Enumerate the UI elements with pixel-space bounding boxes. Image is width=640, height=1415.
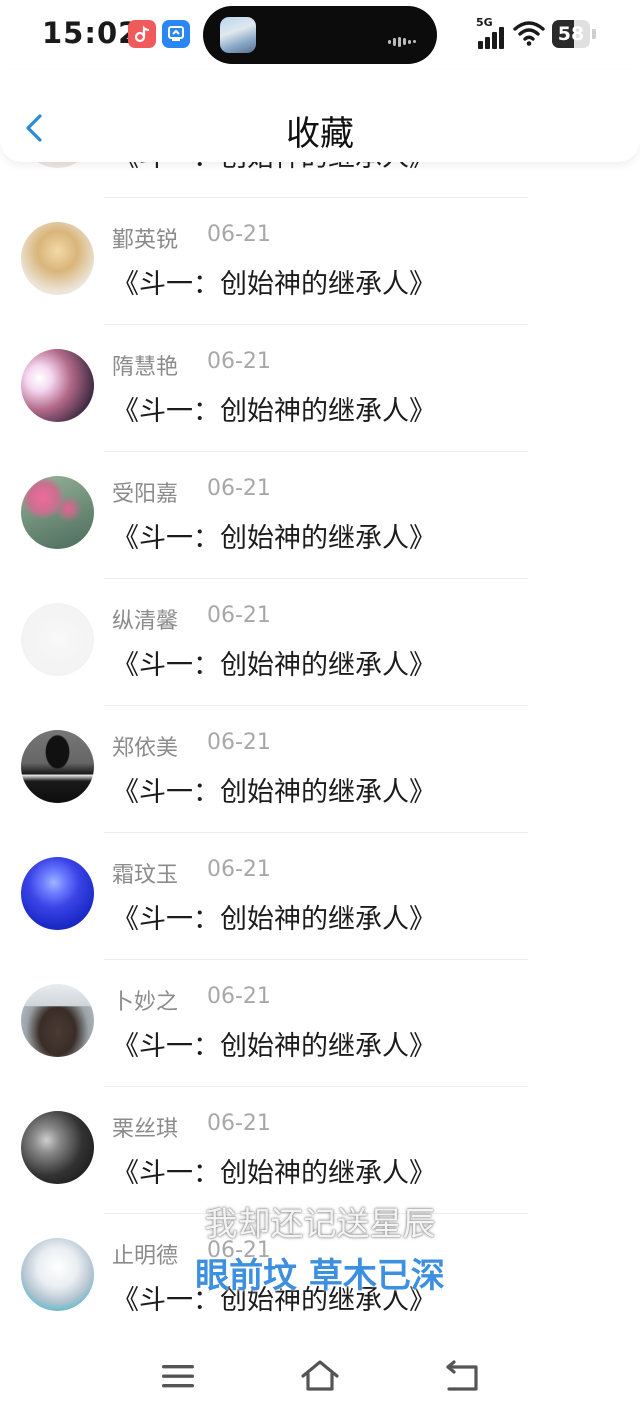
avatar[interactable] <box>21 476 94 549</box>
avatar[interactable] <box>21 1238 94 1311</box>
home-icon[interactable] <box>298 1356 342 1396</box>
page-title: 收藏 <box>286 114 354 154</box>
item-title: 《斗一：创始神的继承人》 <box>112 904 436 935</box>
item-title: 《斗一：创始神的继承人》 <box>112 777 436 808</box>
battery-cap <box>592 29 596 39</box>
avatar[interactable] <box>21 349 94 422</box>
username: 止明德 <box>112 1244 179 1269</box>
username: 栗丝琪 <box>112 1117 179 1142</box>
dynamic-island[interactable] <box>203 6 437 64</box>
username: 卜妙之 <box>112 990 179 1015</box>
username: 霜玟玉 <box>112 863 179 888</box>
item-title: 《斗一：创始神的继承人》 <box>112 523 436 554</box>
date: 06-21 <box>207 222 271 247</box>
date: 06-21 <box>207 730 271 755</box>
avatar[interactable] <box>21 984 94 1057</box>
list-item[interactable]: 鄞英锐 06-21 《斗一：创始神的继承人》 <box>0 198 640 325</box>
username: 纵清馨 <box>112 609 179 634</box>
list-item[interactable]: 栗丝琪 06-21 《斗一：创始神的继承人》 <box>0 1087 640 1214</box>
item-title: 《斗一：创始神的继承人》 <box>112 396 436 427</box>
list-item[interactable]: 郑依美 06-21 《斗一：创始神的继承人》 <box>0 706 640 833</box>
music-app-icon <box>128 20 156 48</box>
list-item[interactable]: 卜妙之 06-21 《斗一：创始神的继承人》 <box>0 960 640 1087</box>
date: 06-21 <box>207 603 271 628</box>
list-item[interactable]: 止明德 06-21 《斗一：创始神的继承人》 <box>0 1214 640 1340</box>
date: 06-21 <box>207 1238 271 1263</box>
favorites-list[interactable]: 《斗一：创始神的继承人》 鄞英锐06-21《斗一：创始神的继承人》隋慧艳06-2… <box>0 0 640 1340</box>
item-title: 《斗一：创始神的继承人》 <box>112 1285 436 1316</box>
username: 郑依美 <box>112 736 179 761</box>
nav-header: 收藏 <box>0 70 640 162</box>
screen-app-icon <box>162 20 190 48</box>
date: 06-21 <box>207 1111 271 1136</box>
list-item[interactable]: 霜玟玉 06-21 《斗一：创始神的继承人》 <box>0 833 640 960</box>
status-time: 15:02 <box>42 16 140 50</box>
username: 鄞英锐 <box>112 228 179 253</box>
date: 06-21 <box>207 984 271 1009</box>
item-title: 《斗一：创始神的继承人》 <box>112 269 436 300</box>
wifi-icon <box>513 21 545 46</box>
system-nav-bar <box>0 1340 640 1415</box>
item-title: 《斗一：创始神的继承人》 <box>112 650 436 681</box>
date: 06-21 <box>207 476 271 501</box>
avatar[interactable] <box>21 857 94 930</box>
status-bar: 15:02 5G 58 <box>0 0 640 70</box>
avatar[interactable] <box>21 1111 94 1184</box>
username: 隋慧艳 <box>112 355 179 380</box>
avatar[interactable] <box>21 222 94 295</box>
avatar[interactable] <box>21 730 94 803</box>
battery-percent: 58 <box>557 23 585 45</box>
menu-icon[interactable] <box>156 1356 200 1396</box>
back-icon[interactable] <box>440 1356 484 1396</box>
avatar[interactable] <box>21 603 94 676</box>
battery-icon: 58 <box>552 20 590 48</box>
list-item[interactable]: 纵清馨 06-21 《斗一：创始神的继承人》 <box>0 579 640 706</box>
list-item[interactable]: 受阳嘉 06-21 《斗一：创始神的继承人》 <box>0 452 640 579</box>
date: 06-21 <box>207 857 271 882</box>
signal-icon <box>478 27 504 49</box>
item-title: 《斗一：创始神的继承人》 <box>112 1158 436 1189</box>
username: 受阳嘉 <box>112 482 179 507</box>
media-thumbnail <box>220 17 256 53</box>
list-item[interactable]: 隋慧艳 06-21 《斗一：创始神的继承人》 <box>0 325 640 452</box>
item-title: 《斗一：创始神的继承人》 <box>112 1031 436 1062</box>
audio-wave-icon <box>388 31 422 47</box>
date: 06-21 <box>207 349 271 374</box>
